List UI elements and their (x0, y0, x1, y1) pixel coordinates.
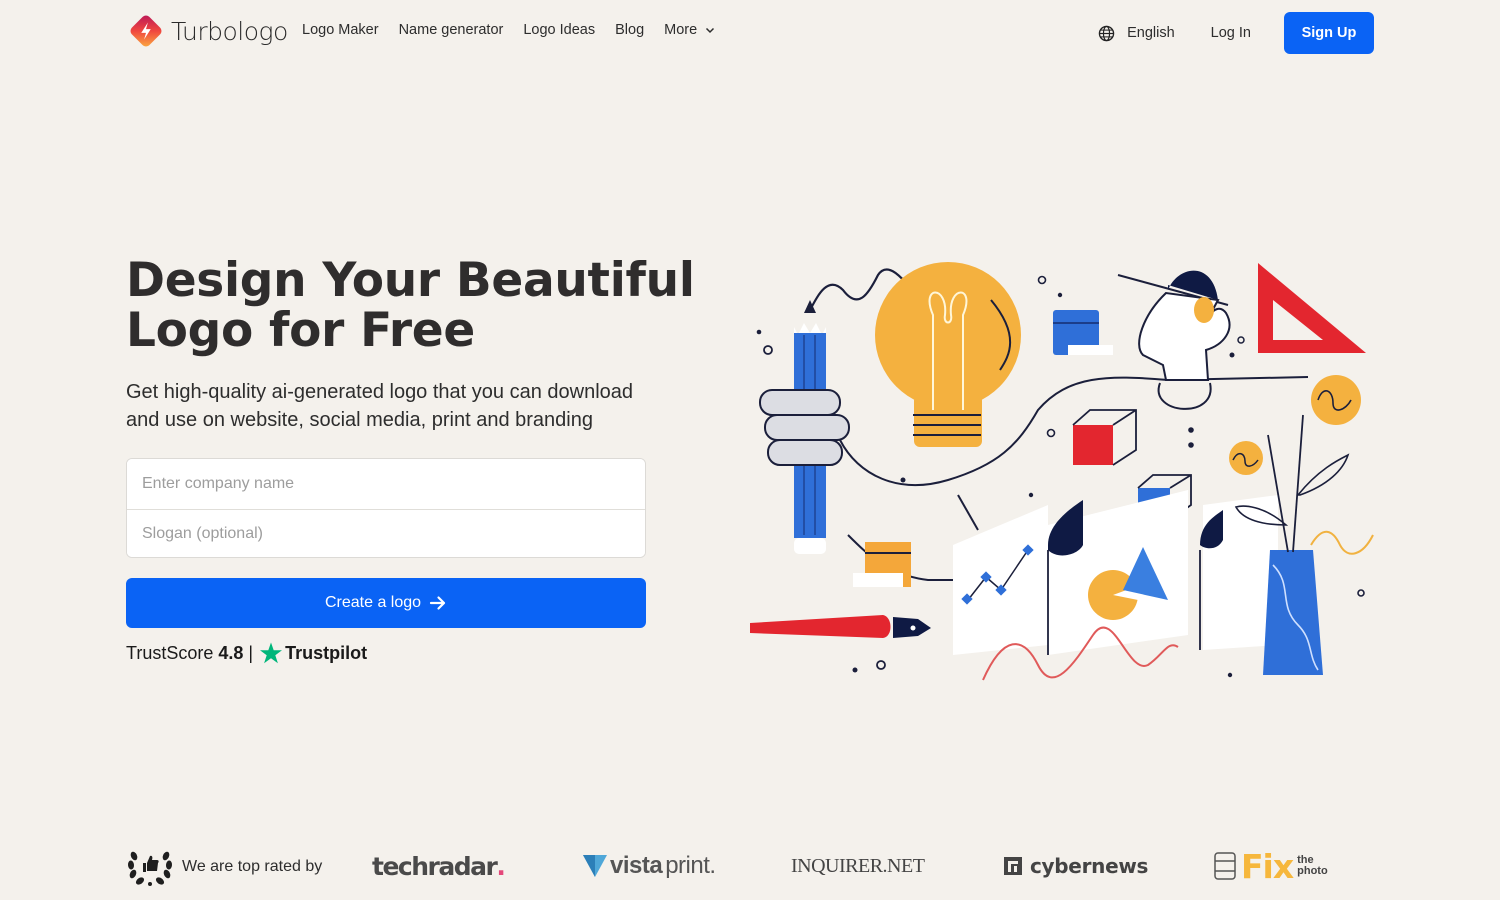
trustscore-value: 4.8 (218, 642, 244, 663)
vistaprint-bold: vista (610, 852, 663, 879)
techradar-wordmark: techradar (372, 851, 498, 881)
brand-logo-link[interactable]: Turbologo (127, 12, 288, 50)
fixthephoto-sub: the photo (1297, 855, 1328, 877)
vistaprint-mark-icon (583, 855, 607, 877)
person-illustration (1117, 270, 1231, 448)
create-logo-label: Create a logo (324, 594, 422, 611)
chevron-down-icon (706, 27, 715, 34)
fixthephoto-sub-photo: photo (1297, 865, 1328, 877)
main-menu: Logo Maker Name generator Logo Ideas Blo… (302, 22, 715, 38)
login-link[interactable]: Log In (1211, 25, 1251, 41)
press-logo-fixthephoto: Fix the photo (1213, 846, 1328, 886)
cybernews-mark-icon (1004, 857, 1022, 875)
ruler-triangle-illustration (1258, 263, 1366, 353)
top-navigation: Turbologo Logo Maker Name generator Logo… (0, 0, 1500, 66)
hero-subtitle: Get high-quality ai-generated logo that … (126, 381, 634, 431)
company-name-input[interactable] (127, 459, 645, 509)
pen-illustration (750, 615, 931, 673)
arrow-right-icon (429, 596, 446, 610)
press-logo-inquirer: INQUIRER.NET (791, 846, 925, 886)
trust-separator: | (248, 642, 254, 663)
nav-actions: English Log In Sign Up (1098, 12, 1374, 54)
blue-card-illustration (1053, 310, 1113, 355)
techradar-dot: . (496, 851, 506, 881)
fixthephoto-word: Fix (1241, 846, 1294, 886)
top-rated-label: We are top rated by (182, 858, 323, 875)
trustpilot-rating[interactable]: TrustScore 4.8 | Trustpilot (126, 641, 367, 665)
press-logo-vistaprint: vista print. (583, 846, 716, 886)
language-label: English (1127, 25, 1175, 41)
lightbulb-illustration (875, 262, 1021, 447)
signup-button[interactable]: Sign Up (1284, 12, 1374, 54)
nav-more-label: More (664, 22, 698, 38)
language-selector[interactable]: English (1098, 25, 1175, 42)
laurel-thumbs-up-icon (127, 851, 173, 886)
inquirer-wordmark: INQUIRER.NET (791, 854, 925, 877)
cybernews-wordmark: cybernews (1030, 854, 1149, 878)
fixthephoto-mark-icon (1214, 852, 1236, 880)
hero-illustration (750, 262, 1374, 681)
globe-icon (1098, 25, 1115, 41)
slogan-input[interactable] (127, 509, 645, 557)
brand-name: Turbologo (171, 16, 288, 46)
top-rated-section: We are top rated by (126, 846, 322, 888)
turbologo-logo-icon (130, 15, 162, 47)
press-logo-cybernews: cybernews (1004, 846, 1148, 886)
charts-boards-illustration (953, 490, 1278, 681)
logo-form (126, 458, 646, 558)
nav-more-dropdown[interactable]: More (664, 22, 715, 38)
vistaprint-light: print. (665, 852, 716, 879)
trustscore-label: TrustScore (126, 642, 214, 663)
nav-name-generator[interactable]: Name generator (399, 22, 504, 38)
nav-logo-maker[interactable]: Logo Maker (302, 22, 379, 38)
hero-title: Design Your Beautiful Logo for Free (126, 253, 695, 358)
nav-blog[interactable]: Blog (615, 22, 644, 38)
trustpilot-name: Trustpilot (285, 642, 368, 663)
star-icon (260, 642, 283, 664)
press-logo-techradar: techradar. (372, 846, 506, 886)
nav-logo-ideas[interactable]: Logo Ideas (523, 22, 595, 38)
create-logo-button[interactable]: Create a logo (126, 578, 646, 628)
